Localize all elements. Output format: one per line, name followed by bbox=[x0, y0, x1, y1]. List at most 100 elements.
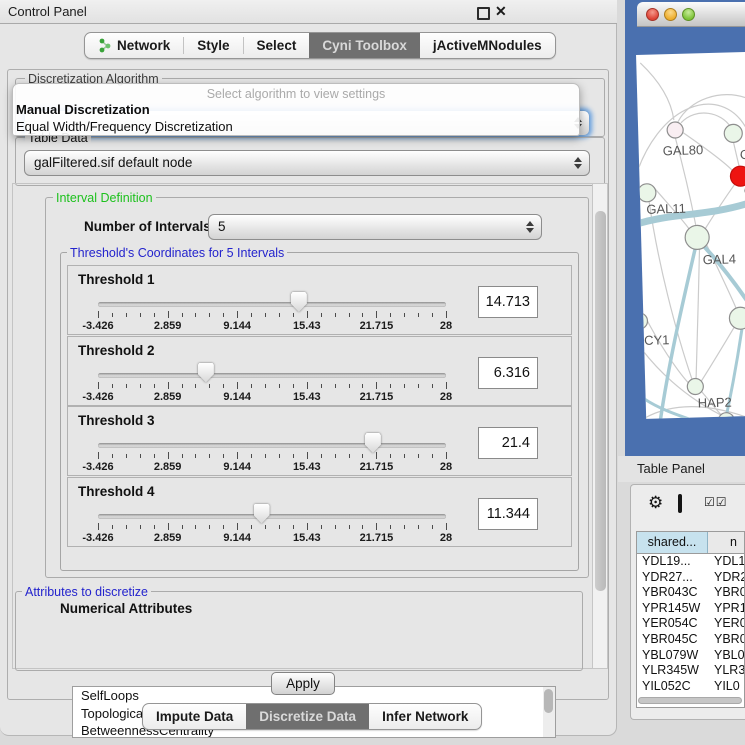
tick-label: -3.426 bbox=[82, 461, 113, 473]
tick-mark bbox=[265, 454, 266, 458]
algorithm-option[interactable]: Manual Discretization bbox=[16, 102, 150, 117]
tick-mark bbox=[404, 525, 405, 529]
column-header-shared-name[interactable]: shared... bbox=[637, 532, 708, 553]
tab-infer-network[interactable]: Infer Network bbox=[369, 704, 481, 729]
float-window-icon[interactable] bbox=[477, 7, 490, 20]
tick-label: 2.859 bbox=[154, 320, 182, 332]
tick-mark bbox=[195, 384, 196, 388]
tick-mark bbox=[140, 525, 141, 529]
split-table-icon[interactable] bbox=[678, 494, 682, 513]
vertical-scrollbar[interactable] bbox=[592, 183, 608, 669]
slider-track[interactable] bbox=[98, 443, 446, 448]
tab-cyni-toolbox[interactable]: Cyni Toolbox bbox=[309, 33, 420, 58]
network-node-green[interactable] bbox=[724, 124, 742, 142]
threshold-value-field[interactable]: 6.316 bbox=[478, 357, 538, 389]
number-of-intervals-combo[interactable]: 5 bbox=[208, 214, 542, 240]
tick-mark bbox=[293, 313, 294, 317]
table-data-value: galFiltered.sif default node bbox=[34, 155, 192, 170]
table-data-combo[interactable]: galFiltered.sif default node bbox=[24, 150, 590, 176]
minimize-traffic-light-icon[interactable] bbox=[664, 8, 677, 21]
slider-track[interactable] bbox=[98, 514, 446, 519]
list-scrollbar-thumb[interactable] bbox=[544, 689, 553, 713]
zoom-traffic-light-icon[interactable] bbox=[682, 8, 695, 21]
tick-mark bbox=[182, 313, 183, 317]
table-row[interactable]: YLR345WYLR3 bbox=[637, 663, 744, 679]
slider-track[interactable] bbox=[98, 373, 446, 378]
slider-track[interactable] bbox=[98, 302, 446, 307]
slider-thumb[interactable] bbox=[291, 292, 307, 312]
algorithm-option[interactable]: Equal Width/Frequency Discretization bbox=[16, 119, 233, 134]
threshold-value-field[interactable]: 14.713 bbox=[478, 286, 538, 318]
table-row[interactable]: YBR043CYBR0 bbox=[637, 585, 744, 601]
tab-discretize-data[interactable]: Discretize Data bbox=[246, 704, 369, 729]
network-node-green[interactable] bbox=[638, 184, 656, 202]
settings-panel: Discretization Algorithm Table Data galF… bbox=[7, 69, 609, 700]
table-row[interactable]: YPR145WYPR1 bbox=[637, 601, 744, 617]
table-row[interactable]: YBL079WYBL0 bbox=[637, 648, 744, 664]
table-cell-shared-name: YDR27... bbox=[637, 570, 707, 586]
slider-thumb[interactable] bbox=[254, 504, 270, 524]
tick-mark bbox=[98, 311, 99, 318]
network-edge[interactable] bbox=[700, 326, 736, 381]
network-edge[interactable] bbox=[681, 112, 730, 128]
tick-mark bbox=[223, 313, 224, 317]
table-cell-name: YLR3 bbox=[707, 663, 744, 679]
network-edge-highlighted[interactable] bbox=[699, 240, 745, 311]
table-row[interactable]: YBR045CYBR0 bbox=[637, 632, 744, 648]
tick-mark bbox=[237, 452, 238, 459]
network-canvas[interactable]: GAL80G.CGAL11GAL4GCY1HHAP2 bbox=[636, 52, 745, 419]
slider-thumb[interactable] bbox=[198, 363, 214, 383]
network-edge[interactable] bbox=[640, 62, 674, 121]
tick-mark bbox=[112, 525, 113, 529]
network-edge[interactable] bbox=[692, 249, 703, 378]
vertical-scrollbar-thumb[interactable] bbox=[595, 211, 606, 591]
horizontal-scrollbar-thumb[interactable] bbox=[638, 697, 742, 704]
tab-select[interactable]: Select bbox=[244, 33, 310, 58]
close-traffic-light-icon[interactable] bbox=[646, 8, 659, 21]
table-row[interactable]: YDR27...YDR2 bbox=[637, 570, 744, 586]
tick-mark bbox=[349, 525, 350, 529]
tick-label: 2.859 bbox=[154, 391, 182, 403]
tab-label: Impute Data bbox=[156, 709, 233, 724]
tick-mark bbox=[293, 525, 294, 529]
tab-jactivemnodules[interactable]: jActiveMNodules bbox=[420, 33, 555, 58]
tick-mark bbox=[335, 313, 336, 317]
node-attribute-table[interactable]: shared... n YDL19...YDL1YDR27...YDR2YBR0… bbox=[636, 531, 745, 708]
tab-network[interactable]: Network bbox=[85, 33, 183, 58]
tick-label: 28 bbox=[440, 532, 452, 544]
network-node-green[interactable] bbox=[729, 307, 745, 330]
table-row[interactable]: YDL19...YDL1 bbox=[637, 554, 744, 570]
list-scrollbar[interactable] bbox=[543, 687, 555, 737]
tick-mark bbox=[321, 313, 322, 317]
table-row[interactable]: YER054CYER0 bbox=[637, 616, 744, 632]
slider-thumb[interactable] bbox=[365, 433, 381, 453]
tick-label: 28 bbox=[440, 320, 452, 332]
tick-label: 15.43 bbox=[293, 320, 321, 332]
tick-mark bbox=[182, 525, 183, 529]
tick-mark bbox=[251, 313, 252, 317]
network-node-green[interactable] bbox=[685, 225, 710, 250]
gear-icon[interactable]: ⚙ bbox=[648, 493, 663, 513]
network-edge[interactable] bbox=[734, 142, 740, 166]
tick-mark bbox=[279, 525, 280, 529]
tick-mark bbox=[112, 454, 113, 458]
tick-mark bbox=[98, 452, 99, 459]
network-node-green[interactable] bbox=[687, 378, 703, 394]
apply-button[interactable]: Apply bbox=[271, 672, 335, 695]
tick-mark bbox=[154, 313, 155, 317]
checkbox-columns-icon[interactable]: ☑☑ bbox=[704, 495, 728, 509]
bottom-tab-bar: Impute Data Discretize DataInfer Network bbox=[142, 703, 482, 730]
column-header-name[interactable]: n bbox=[708, 532, 744, 553]
tab-style[interactable]: Style bbox=[184, 33, 242, 58]
tick-mark bbox=[209, 454, 210, 458]
tick-mark bbox=[446, 523, 447, 530]
tick-label: 15.43 bbox=[293, 532, 321, 544]
table-cell-name: YBR0 bbox=[707, 585, 744, 601]
table-row[interactable]: YIL052CYIL0 bbox=[637, 679, 744, 695]
close-icon[interactable]: ✕ bbox=[495, 3, 507, 20]
network-node-pink[interactable] bbox=[667, 122, 683, 138]
tab-impute-data[interactable]: Impute Data bbox=[143, 704, 246, 729]
threshold-value-field[interactable]: 11.344 bbox=[478, 498, 538, 530]
tick-label: -3.426 bbox=[82, 320, 113, 332]
threshold-value-field[interactable]: 21.4 bbox=[478, 427, 538, 459]
